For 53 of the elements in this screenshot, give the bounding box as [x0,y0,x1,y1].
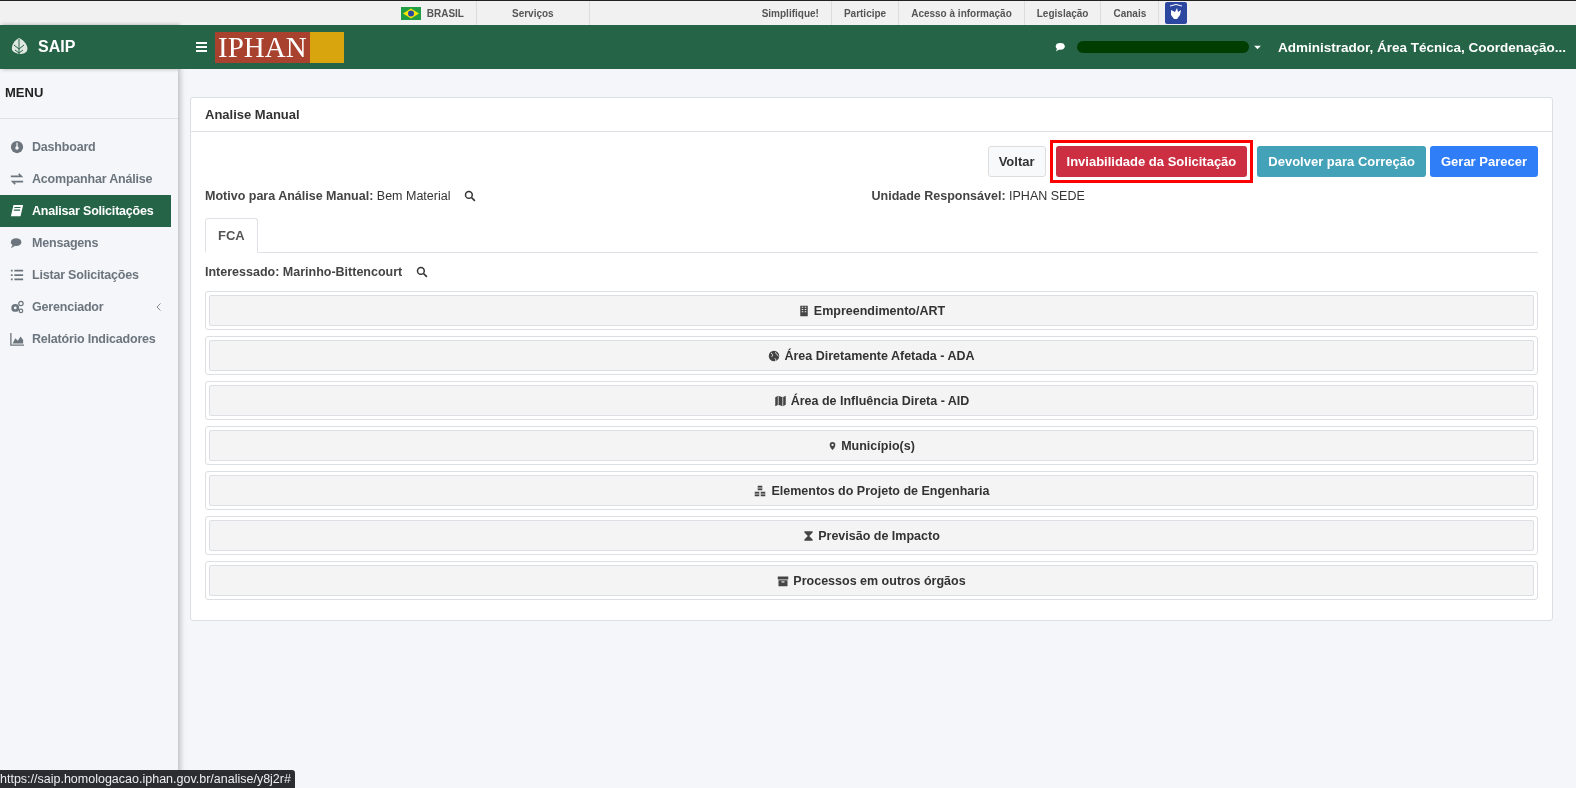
unidade-text: Unidade Responsável: IPHAN SEDE [871,189,1085,203]
gov-link[interactable]: Simplifique! [761,7,819,19]
accordion-header[interactable]: Área Diretamente Afetada - ADA [209,340,1534,371]
accordion-header[interactable]: Previsão de Impacto [209,520,1534,551]
user-roles[interactable]: Administrador, Área Técnica, Coordenação... [1277,39,1566,55]
gov-link[interactable]: Canais [1113,7,1147,19]
map-icon [773,394,787,407]
gears-icon [10,300,24,314]
accordion-header[interactable]: Município(s) [209,430,1534,461]
sidebar-item[interactable]: Analisar Solicitações [0,195,171,227]
sidebar-item[interactable]: Relatório Indicadores [0,323,171,355]
map-marker-icon [828,439,838,452]
sidebar-item[interactable]: Mensagens [0,227,171,259]
sidebar-item[interactable]: Acompanhar Análise [0,163,171,195]
accordion-header[interactable]: Processos em outros órgãos [209,565,1534,596]
gov-link[interactable]: Acesso à informação [911,7,1012,19]
building-icon [797,304,810,317]
action-button[interactable]: Inviabilidade da Solicitação [1055,146,1248,177]
menu-heading: MENU [0,69,178,119]
sign-language-icon[interactable] [1165,2,1188,24]
sidebar-item[interactable]: Dashboard [0,131,171,163]
accordion-header[interactable]: Empreendimento/ART [209,295,1534,326]
tab[interactable]: FCA [205,218,258,253]
accordion-header[interactable]: Elementos do Projeto de Engenharia [209,475,1534,506]
action-button[interactable]: Voltar [987,146,1046,177]
search-icon [464,190,477,202]
comments-icon [10,236,24,250]
list-icon [10,268,24,282]
globe-icon [768,349,781,362]
sidebar-item[interactable]: Gerenciador [0,291,171,323]
exchange-icon [10,172,24,186]
archive-icon [777,574,790,587]
sidebar-item[interactable]: Listar Solicitações [0,259,171,291]
gov-link[interactable]: Participe [843,7,887,19]
comments-icon [1054,41,1067,53]
search-icon [416,266,429,278]
gov-link[interactable]: Serviços [511,7,554,19]
app-brand[interactable]: SAIP [38,38,76,56]
status-url: https://saip.homologacao.iphan.gov.br/analise/y8j2r# [0,770,295,788]
gov-link[interactable]: Legislação [1036,7,1089,19]
motivo-text: Motivo para Análise Manual: Bem Material [205,189,451,203]
book-icon [10,204,24,218]
accordion-header[interactable]: Área de Influência Direta - AID [209,385,1534,416]
country-link[interactable]: BRASIL [426,7,464,19]
hourglass-icon [803,529,815,542]
interessado-text: Interessado: Marinho-Bittencourt [205,265,403,279]
action-button[interactable]: Gerar Parecer [1430,146,1538,177]
menu-icon[interactable] [196,42,207,52]
flag-icon [400,6,421,20]
card-title: Analise Manual [191,98,1552,132]
cubes-icon [753,484,768,497]
area-chart-icon [10,332,24,346]
gauge-icon [10,140,24,154]
